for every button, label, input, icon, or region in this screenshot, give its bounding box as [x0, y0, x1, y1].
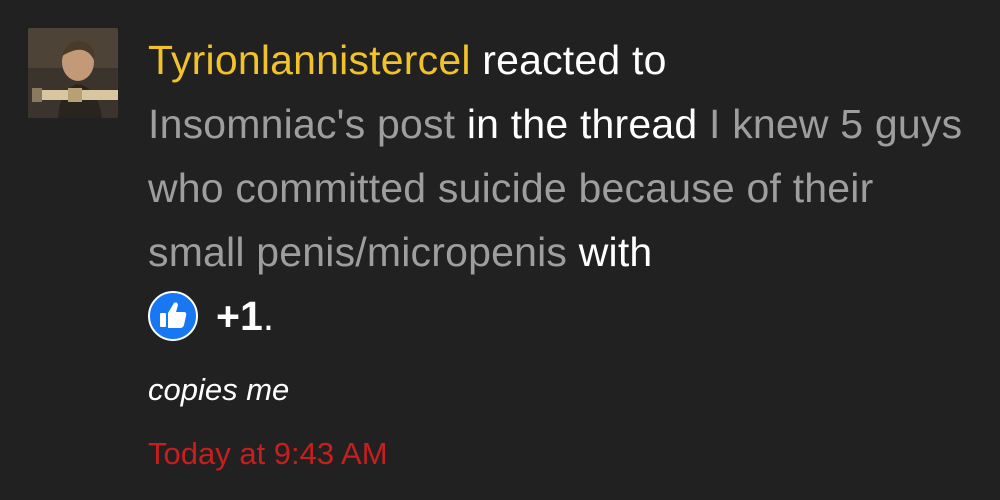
timestamp[interactable]: Today at 9:43 AM	[148, 436, 978, 472]
reacted-text: reacted to	[482, 37, 667, 83]
with-text: with	[578, 229, 653, 275]
in-thread-text: in the thread	[466, 101, 698, 147]
avatar-portrait-icon	[28, 28, 118, 118]
notification-content: Tyrionlannistercel reacted to Insomniac'…	[148, 28, 978, 472]
user-avatar[interactable]	[28, 28, 118, 118]
notification-text: Tyrionlannistercel reacted to Insomniac'…	[148, 28, 978, 284]
username-link[interactable]: Tyrionlannistercel	[148, 37, 471, 83]
reaction-line: +1.	[148, 284, 978, 348]
reaction-count: +1	[216, 292, 263, 339]
like-icon	[148, 291, 198, 341]
reaction-notification[interactable]: Tyrionlannistercel reacted to Insomniac'…	[0, 0, 1000, 500]
reaction-comment: copies me	[148, 372, 290, 407]
post-link[interactable]: Insomniac's post	[148, 101, 455, 147]
reaction-period: .	[262, 292, 275, 339]
